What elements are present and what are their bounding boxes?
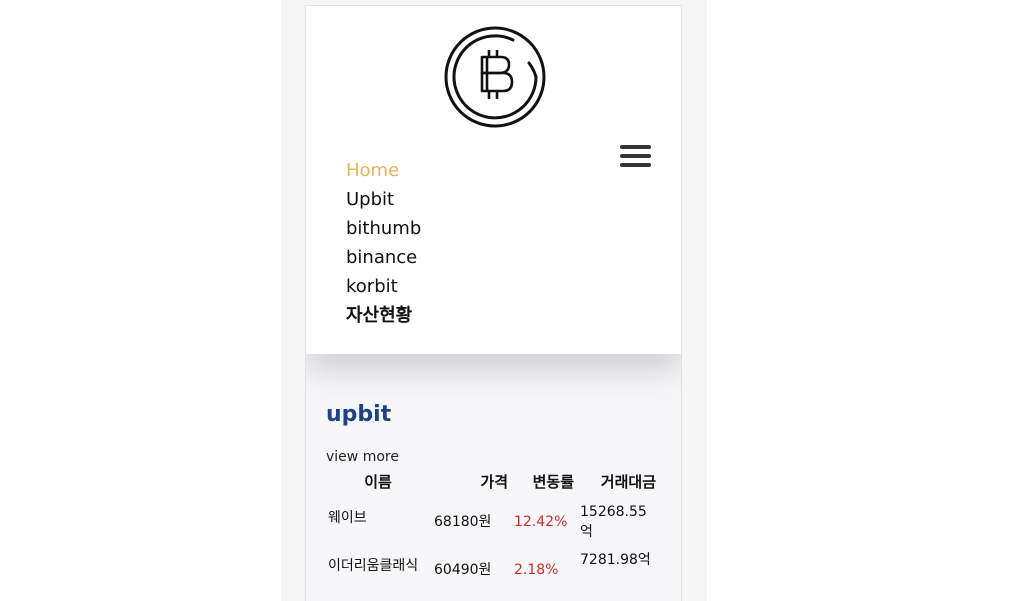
site-header: Home Upbit bithumb binance korbit 자산현황 [306, 6, 681, 354]
table-row[interactable]: 이더리움클래식 60490원 2.18% 7281.98억 [326, 546, 660, 584]
column-header-volume: 거래대금 [600, 473, 656, 491]
table-row[interactable]: 웨이브 68180원 12.42% 15268.55억 [326, 498, 660, 546]
view-more-link[interactable]: view more [326, 449, 399, 465]
coin-name: 이더리움클래식 [328, 558, 419, 574]
column-header-name: 이름 [364, 473, 392, 491]
coin-volume: 15268.55억 [580, 504, 647, 540]
app-card: Home Upbit bithumb binance korbit 자산현황 u… [305, 5, 682, 601]
coin-price: 60490원 [434, 562, 492, 578]
main-content: upbit view more 이름 가격 변동률 거래대금 웨이브 68180… [306, 354, 681, 601]
column-header-rate: 변동률 [532, 473, 574, 491]
market-table: 이름 가격 변동률 거래대금 웨이브 68180원 12.42% 15268.5… [326, 470, 660, 584]
coin-name: 웨이브 [328, 510, 367, 526]
nav-item-korbit[interactable]: korbit [346, 272, 421, 301]
column-header-price: 가격 [480, 473, 508, 491]
table-header-row: 이름 가격 변동률 거래대금 [326, 470, 660, 498]
main-nav: Home Upbit bithumb binance korbit 자산현황 [346, 156, 421, 330]
nav-item-bithumb[interactable]: bithumb [346, 214, 421, 243]
hamburger-menu-icon[interactable] [620, 143, 652, 171]
section-title: upbit [326, 402, 392, 427]
nav-item-assets[interactable]: 자산현황 [346, 301, 421, 330]
nav-item-binance[interactable]: binance [346, 243, 421, 272]
coin-price: 68180원 [434, 514, 492, 530]
nav-item-upbit[interactable]: Upbit [346, 185, 421, 214]
nav-item-home[interactable]: Home [346, 156, 421, 185]
coin-volume: 7281.98억 [580, 552, 651, 568]
coin-change-rate: 12.42% [514, 514, 568, 530]
coin-change-rate: 2.18% [514, 562, 559, 578]
bitcoin-icon[interactable] [443, 25, 547, 129]
